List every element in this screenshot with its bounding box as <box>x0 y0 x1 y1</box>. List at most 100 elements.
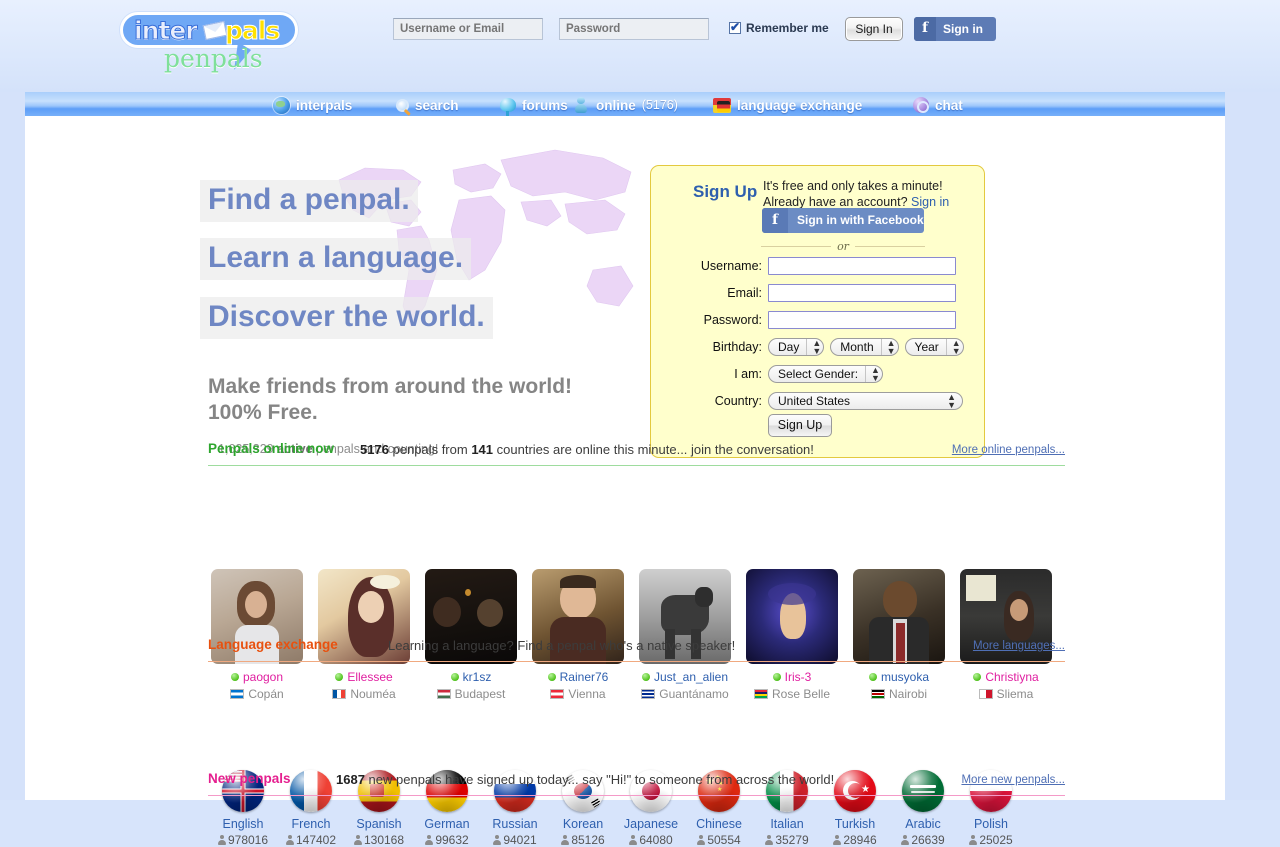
birthday-year-value: Year <box>914 340 939 354</box>
signup-password-input[interactable] <box>768 311 956 329</box>
country-value: United States <box>778 394 851 408</box>
penpal-card[interactable]: Ellessee Nouméa <box>318 569 410 701</box>
penpal-name[interactable]: kr1sz <box>463 670 492 684</box>
section-rule <box>208 465 1065 466</box>
language-name: Japanese <box>623 817 679 831</box>
penpal-name[interactable]: Just_an_alien <box>654 670 728 684</box>
nav-item-online[interactable]: online (5176) <box>574 92 678 118</box>
facebook-signup-button[interactable]: f Sign in with Facebook <box>762 208 924 233</box>
birthday-month-select[interactable]: Month ▲ ▼ <box>830 338 899 356</box>
penpal-name-row: Rainer76 <box>532 670 624 684</box>
language-name: Arabic <box>905 817 941 831</box>
penpal-name[interactable]: Iris-3 <box>785 670 812 684</box>
online-status-dot-icon <box>868 673 877 681</box>
penpal-name[interactable]: Christiyna <box>985 670 1038 684</box>
signup-username-input[interactable] <box>768 257 956 275</box>
online-status-dot-icon <box>641 673 650 681</box>
signup-email-input[interactable] <box>768 284 956 302</box>
language-name: Spanish <box>356 817 402 831</box>
penpal-city: Nouméa <box>350 687 396 701</box>
birthday-day-select[interactable]: Day ▲ ▼ <box>768 338 825 356</box>
signin-link[interactable]: Sign in <box>911 195 949 209</box>
nav-item-chat[interactable]: chat <box>913 92 963 118</box>
new-penpals-section-header: New penpals 1687 new penpals have signed… <box>208 770 1065 796</box>
sign-in-button[interactable]: Sign In <box>845 17 903 41</box>
facebook-signup-label: Sign in with Facebook <box>797 213 924 227</box>
birthday-year-select[interactable]: Year ▲ ▼ <box>904 338 964 356</box>
signup-form: Sign Up It's free and only takes a minut… <box>650 165 985 458</box>
penpal-card[interactable]: kr1sz Budapest <box>425 569 517 701</box>
new-penpals-section-text: 1687 new penpals have signed up today...… <box>336 772 834 787</box>
more-online-penpals-link[interactable]: More online penpals... <box>952 444 1065 456</box>
username-label: Username: <box>700 259 762 273</box>
nav-label: interpals <box>296 97 353 113</box>
penpal-card[interactable]: musyoka Nairobi <box>853 569 945 701</box>
online-status-dot-icon <box>547 673 556 681</box>
section-rule <box>208 661 1065 662</box>
facebook-f-icon: f <box>762 208 788 233</box>
penpal-name[interactable]: Rainer76 <box>560 670 609 684</box>
speech-bubble-icon <box>500 98 516 116</box>
nav-item-interpals[interactable]: interpals <box>273 92 352 118</box>
penpal-card[interactable]: Just_an_alien Guantánamo <box>639 569 731 701</box>
signup-blurb-line2: Already have an account? <box>763 195 912 209</box>
penpal-name[interactable]: paogon <box>243 670 283 684</box>
chat-icon <box>913 97 929 113</box>
penpal-city: Copán <box>248 687 284 701</box>
language-count-value: 50554 <box>707 833 741 847</box>
more-languages-link[interactable]: More languages... <box>973 640 1065 652</box>
penpal-name-row: kr1sz <box>425 670 517 684</box>
logo-text-inter: inter <box>134 16 199 46</box>
penpal-city-row: Rose Belle <box>746 687 838 701</box>
online-section-title: Penpals online now <box>208 441 335 456</box>
checkbox-checked-icon[interactable] <box>729 20 741 34</box>
penpal-card[interactable]: Christiyna Sliema <box>960 569 1052 701</box>
language-name: Russian <box>492 817 538 831</box>
person-icon <box>969 835 978 845</box>
signup-submit-button[interactable]: Sign Up <box>768 414 832 437</box>
gender-select[interactable]: Select Gender: ▲ ▼ <box>768 365 883 383</box>
divider-line-right <box>854 245 926 247</box>
flag-icon-honduras <box>230 689 245 699</box>
person-icon <box>493 835 502 845</box>
person-icon <box>561 835 570 845</box>
hero-headline-3: Discover the world. <box>200 297 493 339</box>
flag-icon-france <box>332 689 347 699</box>
person-icon <box>425 835 434 845</box>
language-name: Chinese <box>696 817 742 831</box>
country-select[interactable]: United States ▲ ▼ <box>768 392 963 410</box>
site-logo[interactable]: inter pals penpals <box>118 10 316 73</box>
countries-count-value: 141 <box>471 442 494 457</box>
penpal-card[interactable]: Iris-3 Rose Belle <box>746 569 838 701</box>
nav-label: chat <box>935 97 963 113</box>
nav-item-forums[interactable]: forums <box>500 92 568 118</box>
penpal-city-row: Guantánamo <box>639 687 731 701</box>
login-username-input[interactable] <box>393 18 543 40</box>
language-count: 99632 <box>412 833 482 847</box>
more-new-penpals-link[interactable]: More new penpals... <box>961 774 1065 786</box>
language-count-value: 25025 <box>979 833 1013 847</box>
language-count-value: 64080 <box>639 833 673 847</box>
penpal-city: Budapest <box>454 687 506 701</box>
login-password-input[interactable] <box>559 18 709 40</box>
person-icon <box>285 835 294 845</box>
penpal-city-row: Nairobi <box>853 687 945 701</box>
language-section-header: Language exchange Learning a language? F… <box>208 636 1065 662</box>
language-count: 35279 <box>752 833 822 847</box>
new-penpals-section-title: New penpals <box>208 771 291 786</box>
facebook-sign-in-label: Sign in <box>943 22 983 36</box>
person-icon <box>765 835 774 845</box>
nav-item-language-exchange[interactable]: language exchange <box>713 92 862 118</box>
remember-me-checkbox[interactable]: Remember me <box>729 20 829 35</box>
penpal-name[interactable]: Ellessee <box>347 670 392 684</box>
language-name: Italian <box>770 817 804 831</box>
facebook-sign-in-button[interactable]: f Sign in <box>914 17 996 41</box>
chevron-updown-icon: ▲ ▼ <box>865 366 880 383</box>
flag-icon-hungary <box>436 689 451 699</box>
language-name: English <box>222 817 264 831</box>
penpal-name[interactable]: musyoka <box>881 670 929 684</box>
penpal-card[interactable]: paogon Copán <box>211 569 303 701</box>
nav-item-search[interactable]: search <box>396 92 459 118</box>
penpal-card[interactable]: Rainer76 Vienna <box>532 569 624 701</box>
language-section-text: Learning a language? Find a penpal who's… <box>388 638 736 653</box>
